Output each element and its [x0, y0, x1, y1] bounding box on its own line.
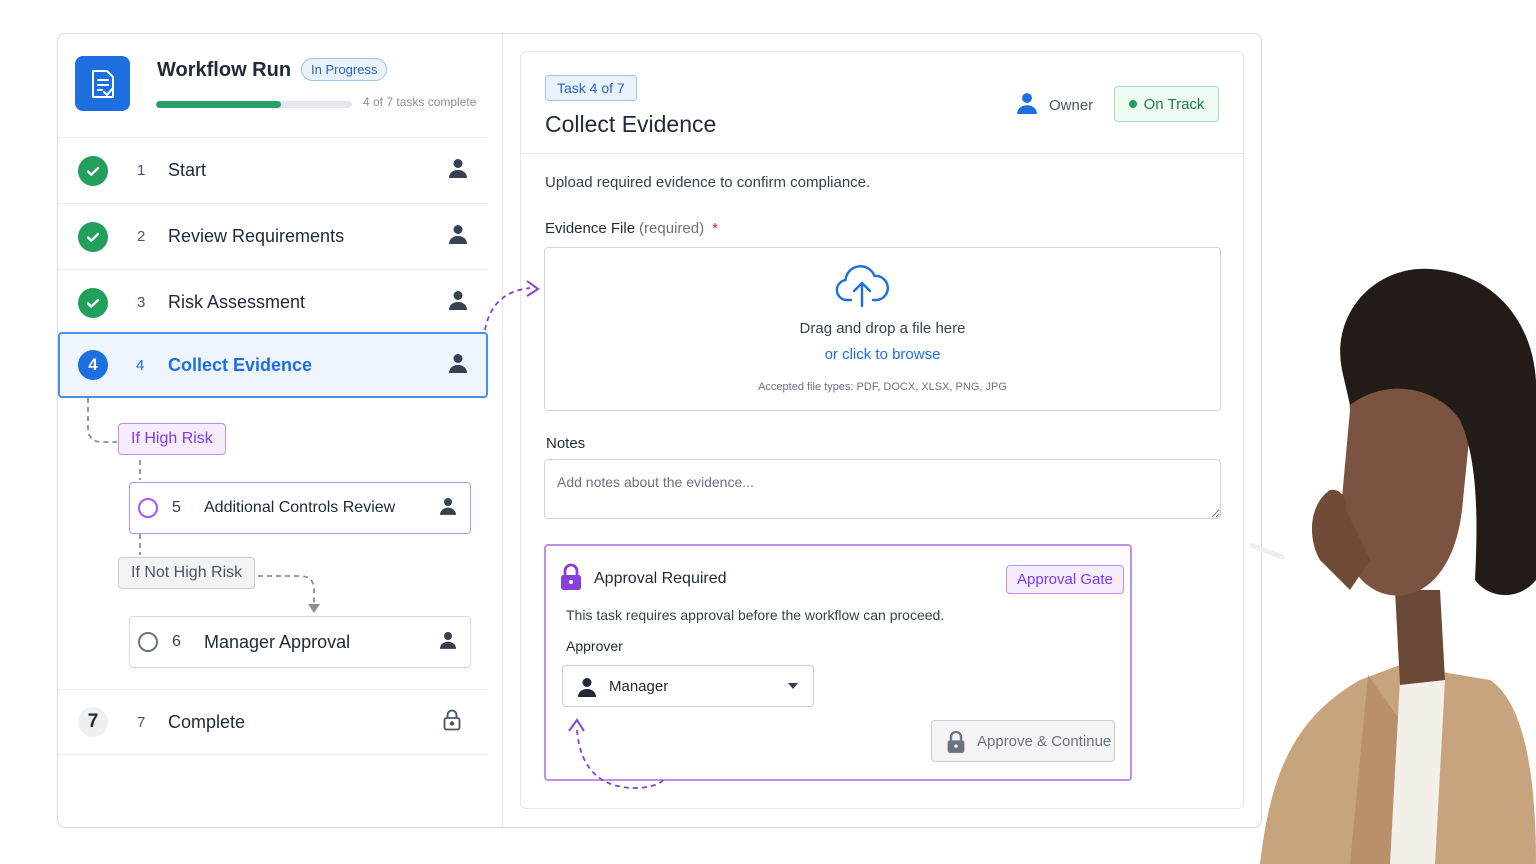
- user-icon: [449, 224, 467, 249]
- step-number: 2: [137, 228, 146, 245]
- step-badge-current: 4: [78, 350, 108, 380]
- check-icon: [78, 155, 108, 186]
- step-item-complete[interactable]: 7 7 Complete: [58, 689, 488, 755]
- chevron-down-icon: [788, 683, 798, 689]
- notes-input[interactable]: [544, 459, 1221, 519]
- branch-tag-not-high-risk: If Not High Risk: [118, 557, 256, 589]
- task-status-badge: On Track: [1114, 86, 1219, 122]
- user-icon: [440, 631, 456, 654]
- step-label: Risk Assessment: [168, 292, 306, 312]
- user-icon: [449, 353, 467, 378]
- step-label: Manager Approval: [204, 631, 351, 652]
- owner-label: Owner: [1049, 96, 1094, 114]
- step-badge-locked: 7: [78, 707, 108, 737]
- dropzone-instruction: Drag and drop a file here: [799, 320, 966, 337]
- step-item-additional-controls-review[interactable]: 5 Additional Controls Review: [129, 482, 471, 534]
- workflow-app-window: Workflow Run In Progress 4 of 7 tasks co…: [57, 33, 1262, 828]
- step-label: Additional Controls Review: [204, 499, 396, 516]
- step-label: Collect Evidence: [168, 354, 313, 375]
- step-number: 6: [172, 633, 181, 650]
- evidence-required-text: (required): [639, 220, 705, 237]
- step-label: Start: [168, 160, 207, 180]
- header-divider: [521, 153, 1243, 154]
- user-icon: [449, 290, 467, 315]
- step-number: 4: [136, 356, 145, 374]
- step-number: 7: [137, 713, 146, 731]
- task-detail-panel: Task 4 of 7 Collect Evidence Owner On Tr…: [520, 51, 1244, 809]
- workflow-status-badge: In Progress: [301, 58, 388, 81]
- approval-gate-badge: Approval Gate: [1006, 565, 1124, 594]
- step-item-start[interactable]: 1 Start: [58, 137, 488, 203]
- step-label: Complete: [168, 711, 246, 732]
- presenter-illustration: [1250, 268, 1536, 864]
- workflow-progress-text: 4 of 7 tasks complete: [363, 95, 477, 109]
- step-number: 5: [172, 499, 181, 516]
- user-icon: [440, 497, 456, 520]
- cloud-upload-icon: [834, 262, 890, 313]
- step-item-manager-approval[interactable]: 6 Manager Approval: [129, 616, 471, 668]
- approval-title: Approval Required: [594, 570, 727, 587]
- pending-circle-icon: [138, 498, 158, 518]
- pending-circle-icon: [138, 632, 158, 652]
- workflow-document-icon: [75, 56, 130, 111]
- step-item-review-requirements[interactable]: 2 Review Requirements: [58, 203, 488, 269]
- browse-link[interactable]: or click to browse: [545, 346, 1220, 363]
- task-description: Upload required evidence to confirm comp…: [545, 174, 871, 191]
- user-icon: [578, 677, 596, 702]
- approval-card: Approval Required Approval Gate This tas…: [544, 544, 1132, 781]
- approve-continue-label: Approve & Continue: [977, 732, 1112, 750]
- step-number: 1: [137, 162, 146, 179]
- step-item-collect-evidence[interactable]: 4 4 Collect Evidence: [58, 332, 488, 398]
- evidence-label-text: Evidence File: [545, 220, 636, 237]
- branch-tag-high-risk: If High Risk: [118, 423, 226, 455]
- accepted-file-types: Accepted file types: PDF, DOCX, XLSX, PN…: [758, 381, 1007, 393]
- check-icon: [78, 287, 108, 318]
- workflow-title: Workflow Run: [157, 59, 292, 81]
- approver-label: Approver: [566, 638, 623, 654]
- required-asterisk: *: [712, 220, 718, 237]
- task-position-badge: Task 4 of 7: [545, 75, 637, 101]
- evidence-file-label: Evidence File (required) *: [545, 220, 718, 237]
- user-icon: [1017, 92, 1037, 118]
- user-icon: [449, 158, 467, 183]
- step-item-risk-assessment[interactable]: 3 Risk Assessment: [58, 269, 488, 335]
- approval-description: This task requires approval before the w…: [566, 607, 945, 623]
- lock-icon: [946, 730, 966, 758]
- workflow-progress-bar: [156, 101, 352, 108]
- task-status-text: On Track: [1143, 95, 1205, 113]
- lock-icon: [443, 709, 461, 736]
- step-label: Review Requirements: [168, 226, 345, 246]
- task-owner[interactable]: Owner: [1017, 92, 1093, 118]
- approver-selected-value: Manager: [609, 677, 669, 695]
- approver-select[interactable]: Manager: [562, 665, 814, 707]
- lock-icon: [559, 563, 583, 596]
- notes-label: Notes: [546, 435, 586, 452]
- approve-continue-button[interactable]: Approve & Continue: [931, 720, 1115, 762]
- workflow-sidebar: Workflow Run In Progress 4 of 7 tasks co…: [58, 34, 503, 827]
- status-dot-icon: [1128, 100, 1137, 108]
- evidence-file-dropzone[interactable]: Drag and drop a file here or click to br…: [544, 247, 1221, 411]
- step-number: 3: [137, 294, 146, 311]
- workflow-progress-fill: [156, 101, 282, 108]
- check-icon: [78, 221, 108, 252]
- task-title: Collect Evidence: [545, 111, 717, 137]
